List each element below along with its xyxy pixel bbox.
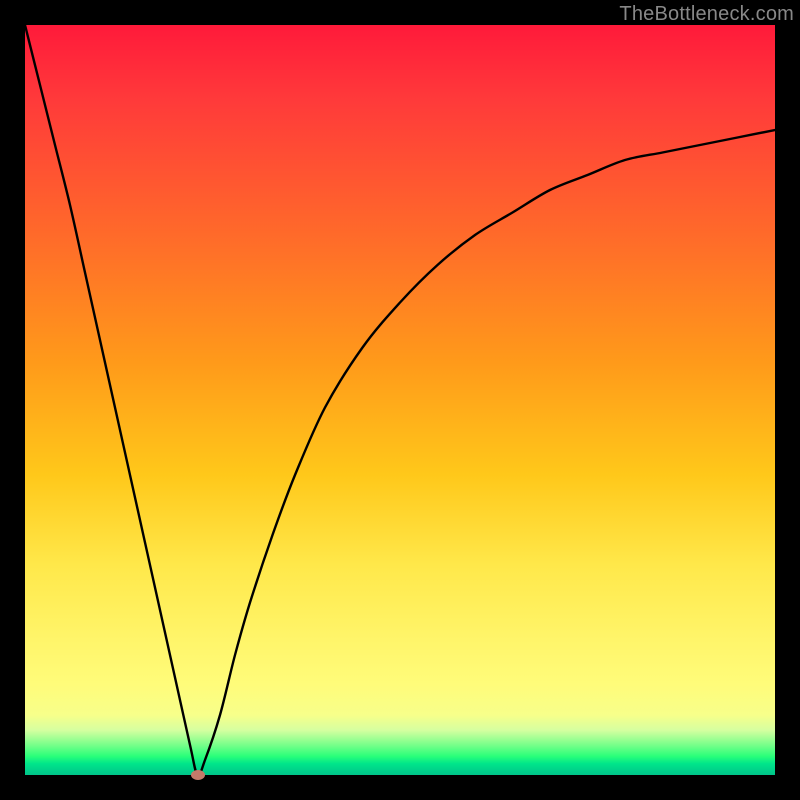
bottleneck-curve: [25, 25, 775, 775]
plot-area: [25, 25, 775, 775]
minimum-marker: [191, 770, 205, 780]
watermark-text: TheBottleneck.com: [619, 3, 794, 26]
chart-frame: TheBottleneck.com: [0, 0, 800, 800]
